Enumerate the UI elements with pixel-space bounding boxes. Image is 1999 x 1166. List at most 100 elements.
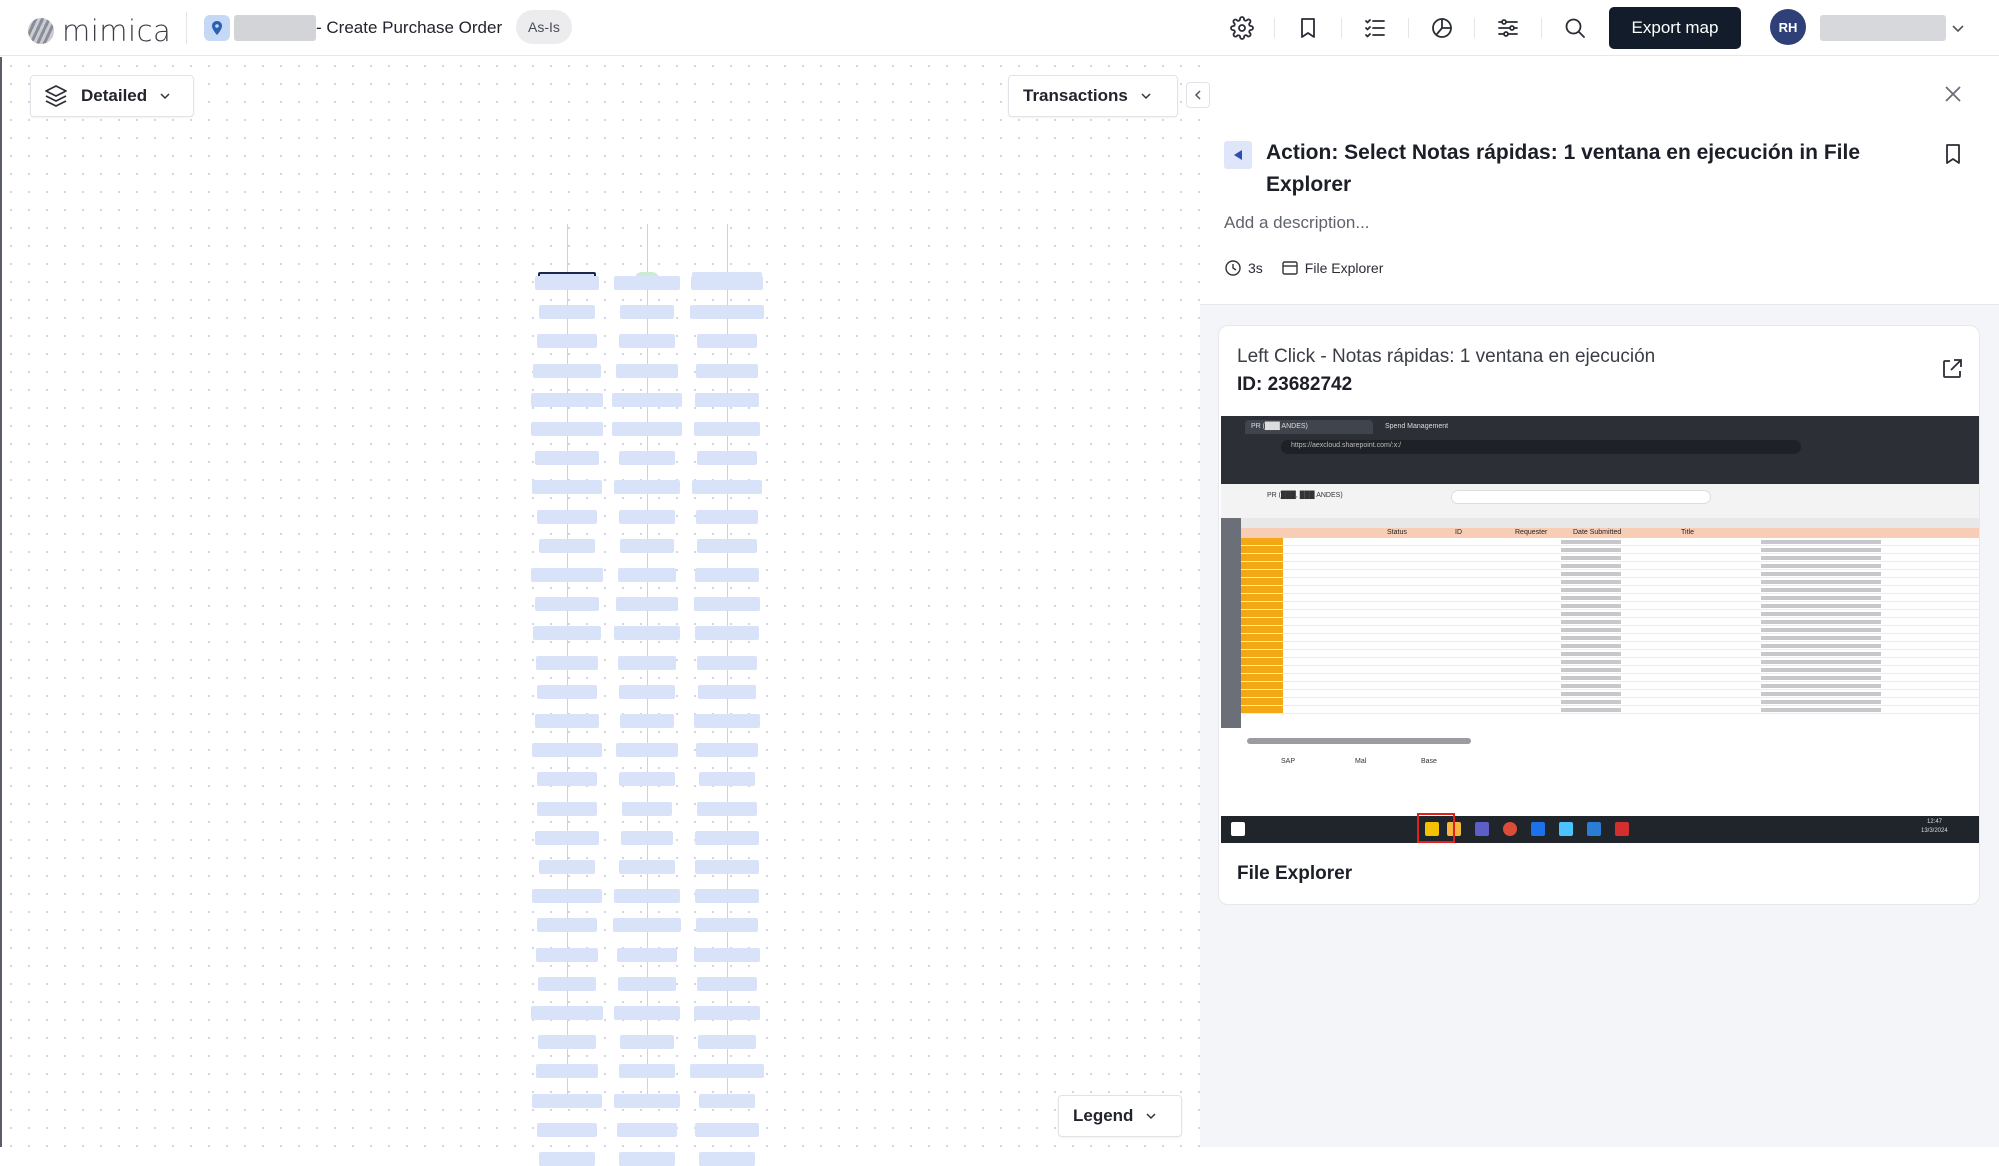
- flow-node[interactable]: [691, 276, 763, 290]
- flow-node[interactable]: [695, 568, 759, 582]
- flow-node[interactable]: [694, 597, 760, 612]
- flow-node[interactable]: [617, 947, 677, 962]
- flow-node[interactable]: [535, 451, 599, 466]
- flow-node[interactable]: [614, 1006, 680, 1020]
- flow-node[interactable]: [690, 1064, 764, 1079]
- flow-node[interactable]: [538, 1035, 596, 1050]
- flow-node[interactable]: [533, 363, 601, 378]
- flow-node[interactable]: [539, 1152, 595, 1166]
- flow-node[interactable]: [538, 976, 596, 991]
- flow-node[interactable]: [536, 947, 598, 962]
- flow-node[interactable]: [697, 538, 757, 553]
- flow-node[interactable]: [614, 480, 680, 495]
- flow-node[interactable]: [619, 1064, 675, 1079]
- close-icon[interactable]: [1938, 79, 1968, 109]
- flow-node[interactable]: [696, 743, 758, 758]
- flow-node[interactable]: [694, 947, 760, 962]
- flow-node[interactable]: [696, 918, 758, 933]
- process-map-canvas[interactable]: Detailed Transactions Legend: [0, 57, 1200, 1166]
- avatar[interactable]: RH: [1770, 9, 1806, 45]
- flow-node[interactable]: [537, 1122, 597, 1137]
- flow-node[interactable]: [620, 305, 674, 320]
- flow-node[interactable]: [537, 772, 597, 787]
- export-map-button[interactable]: Export map: [1609, 7, 1741, 49]
- flow-node[interactable]: [619, 334, 675, 349]
- flow-node[interactable]: [619, 451, 675, 466]
- view-mode-dropdown[interactable]: Detailed: [30, 75, 194, 117]
- gear-icon[interactable]: [1226, 12, 1258, 44]
- flow-node[interactable]: [697, 451, 757, 466]
- flow-node[interactable]: [694, 1006, 760, 1020]
- flow-node[interactable]: [532, 480, 602, 495]
- bookmark-icon[interactable]: [1940, 141, 1966, 167]
- flow-node[interactable]: [536, 655, 598, 670]
- flow-node[interactable]: [531, 392, 603, 407]
- flow-node[interactable]: [618, 655, 676, 670]
- flow-node[interactable]: [614, 1093, 680, 1108]
- flow-node[interactable]: [616, 743, 678, 758]
- flow-node[interactable]: [535, 597, 599, 612]
- flow-node[interactable]: [616, 597, 678, 612]
- flow-node[interactable]: [532, 743, 602, 758]
- flow-node[interactable]: [695, 889, 759, 904]
- flow-node[interactable]: [614, 276, 680, 290]
- flow-node[interactable]: [697, 655, 757, 670]
- flow-node[interactable]: [533, 626, 601, 641]
- flow-node[interactable]: [696, 509, 758, 524]
- search-icon[interactable]: [1559, 12, 1591, 44]
- flow-node[interactable]: [695, 860, 759, 874]
- flow-node[interactable]: [697, 801, 757, 816]
- as-is-badge[interactable]: As-Is: [516, 10, 572, 44]
- flow-node[interactable]: [696, 363, 758, 378]
- flow-node[interactable]: [618, 568, 676, 582]
- flow-node[interactable]: [695, 1122, 759, 1137]
- flow-node[interactable]: [617, 1122, 677, 1137]
- flow-node[interactable]: [537, 684, 597, 699]
- flow-node[interactable]: [531, 422, 603, 436]
- flow-node[interactable]: [619, 509, 675, 524]
- flow-node[interactable]: [536, 1064, 598, 1079]
- flow-node[interactable]: [535, 830, 599, 845]
- flow-node[interactable]: [531, 1006, 603, 1020]
- flow-node[interactable]: [695, 392, 759, 407]
- event-screenshot[interactable]: PR (███ ANDES) Spend Management https://…: [1221, 416, 1979, 843]
- flow-node[interactable]: [535, 714, 599, 728]
- flow-node[interactable]: [690, 305, 764, 320]
- chevron-down-icon[interactable]: [1948, 18, 1968, 38]
- flow-node[interactable]: [697, 334, 757, 349]
- flow-node[interactable]: [613, 918, 681, 933]
- flow-node[interactable]: [694, 714, 760, 728]
- flow-node[interactable]: [612, 422, 682, 436]
- flow-node[interactable]: [619, 684, 675, 699]
- flow-node[interactable]: [537, 334, 597, 349]
- flow-node[interactable]: [614, 626, 680, 641]
- sliders-icon[interactable]: [1492, 12, 1524, 44]
- flow-node[interactable]: [539, 538, 595, 553]
- legend-dropdown[interactable]: Legend: [1058, 1095, 1182, 1137]
- bookmark-icon[interactable]: [1292, 12, 1324, 44]
- flow-node[interactable]: [532, 1093, 602, 1108]
- flow-node[interactable]: [619, 860, 675, 874]
- flow-node[interactable]: [616, 363, 678, 378]
- flow-node[interactable]: [537, 918, 597, 933]
- description-input[interactable]: Add a description...: [1224, 213, 1370, 233]
- flow-node[interactable]: [539, 305, 595, 320]
- flow-node[interactable]: [698, 684, 756, 699]
- checklist-icon[interactable]: [1359, 12, 1391, 44]
- flow-node[interactable]: [697, 976, 757, 991]
- flow-node[interactable]: [621, 830, 673, 845]
- flow-node[interactable]: [698, 1035, 756, 1050]
- pie-chart-icon[interactable]: [1426, 12, 1458, 44]
- flow-node[interactable]: [619, 1152, 675, 1166]
- flow-node[interactable]: [618, 976, 676, 991]
- flow-node[interactable]: [532, 889, 602, 904]
- flow-node[interactable]: [612, 392, 682, 407]
- flow-node[interactable]: [539, 860, 595, 874]
- flow-node[interactable]: [699, 1093, 755, 1108]
- flow-node[interactable]: [537, 509, 597, 524]
- collapse-panel-button[interactable]: [1186, 82, 1210, 108]
- flow-node[interactable]: [535, 276, 599, 290]
- flow-node[interactable]: [537, 801, 597, 816]
- flow-node[interactable]: [620, 1035, 674, 1050]
- flow-node[interactable]: [692, 480, 762, 495]
